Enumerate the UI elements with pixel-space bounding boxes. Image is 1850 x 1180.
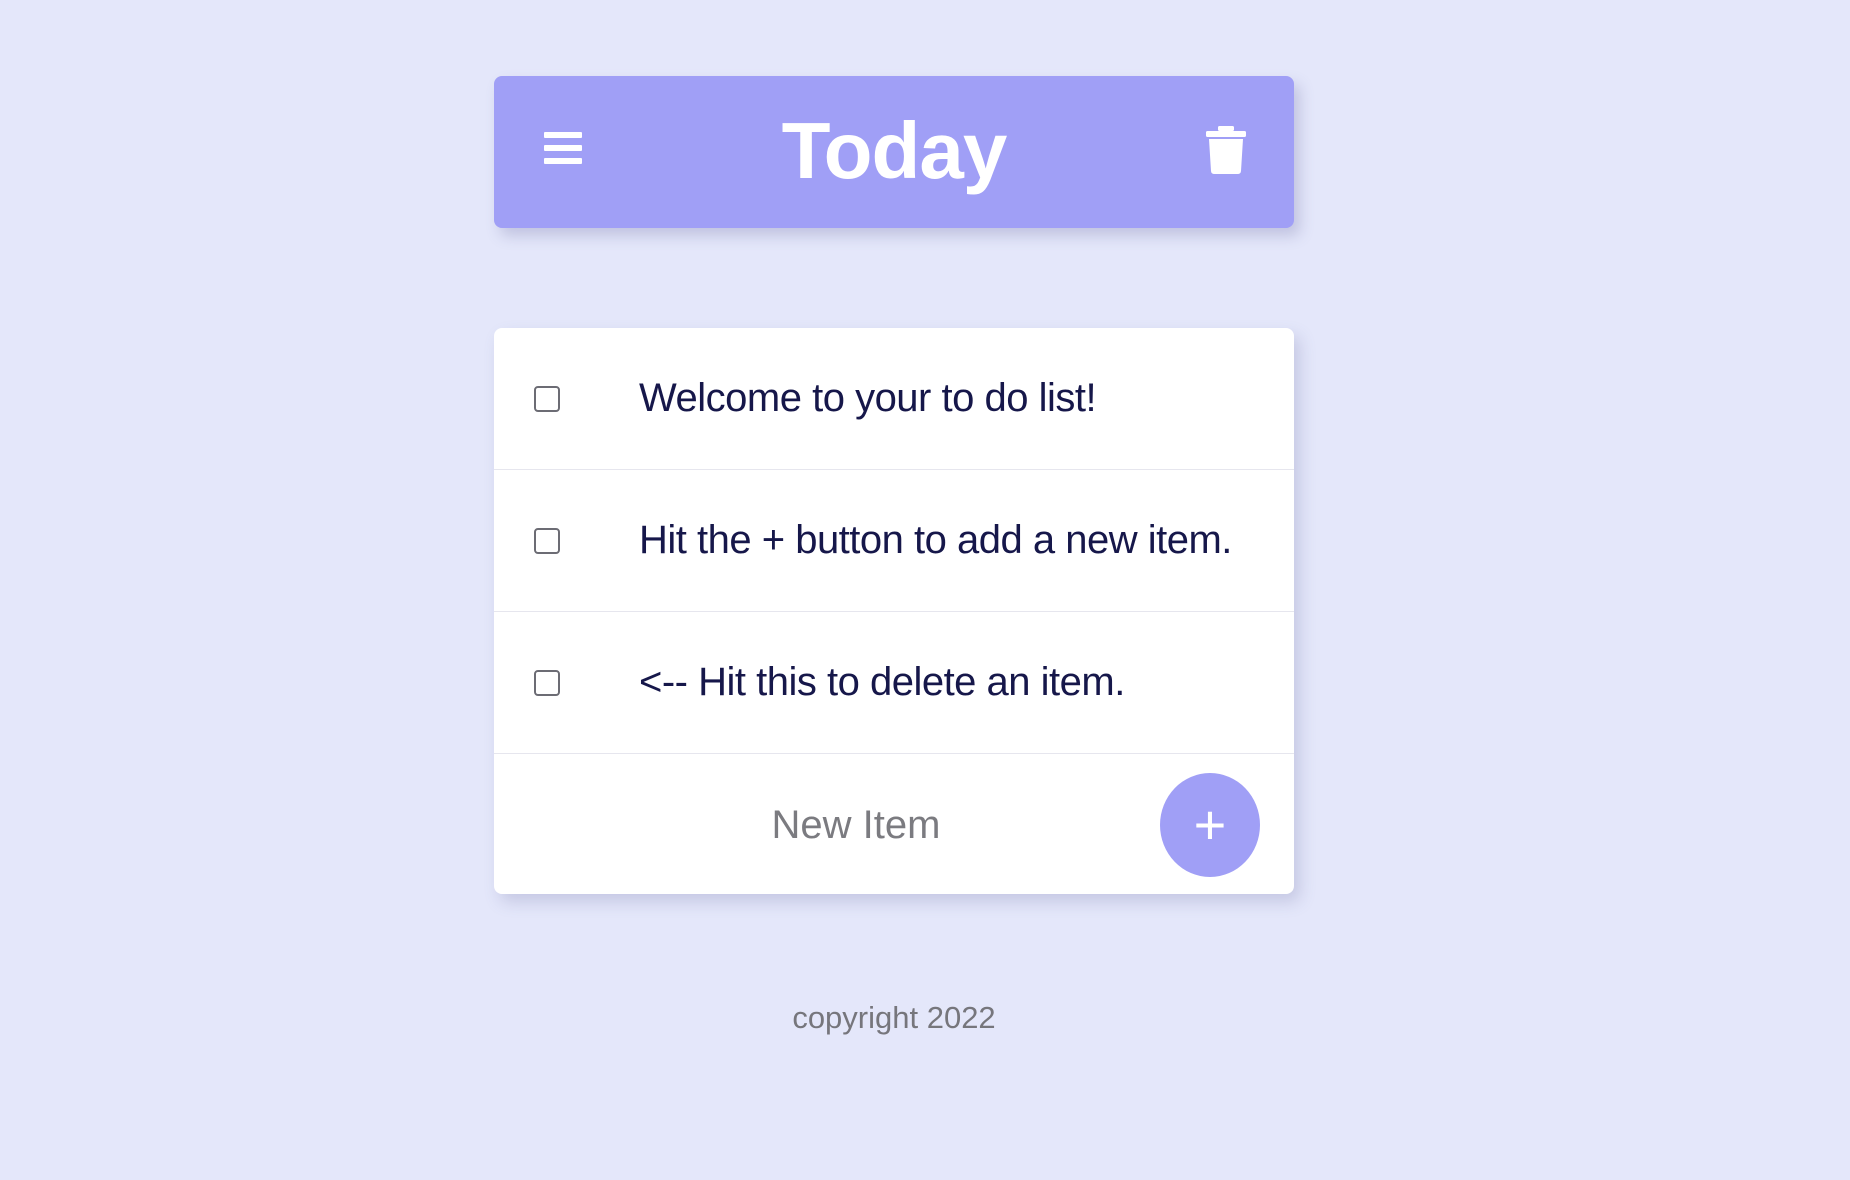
new-item-input[interactable] [534, 794, 1178, 856]
page-title: Today [781, 106, 1008, 195]
item-checkbox[interactable] [534, 670, 560, 696]
item-label: Welcome to your to do list! [639, 376, 1097, 420]
list-item: Hit the + button to add a new item. [494, 470, 1294, 612]
item-label: Hit the + button to add a new item. [639, 518, 1232, 562]
trash-icon[interactable] [1204, 126, 1248, 174]
copyright-footer: copyright 2022 [792, 1000, 996, 1035]
item-checkbox[interactable] [534, 528, 560, 554]
item-checkbox[interactable] [534, 386, 560, 412]
list-item: Welcome to your to do list! [494, 328, 1294, 470]
todo-list: Welcome to your to do list! Hit the + bu… [494, 328, 1294, 894]
new-item-row: + [494, 754, 1294, 894]
list-item: <-- Hit this to delete an item. [494, 612, 1294, 754]
add-item-button[interactable]: + [1160, 773, 1260, 877]
item-label: <-- Hit this to delete an item. [639, 660, 1125, 704]
header-bar: Today [494, 76, 1294, 228]
